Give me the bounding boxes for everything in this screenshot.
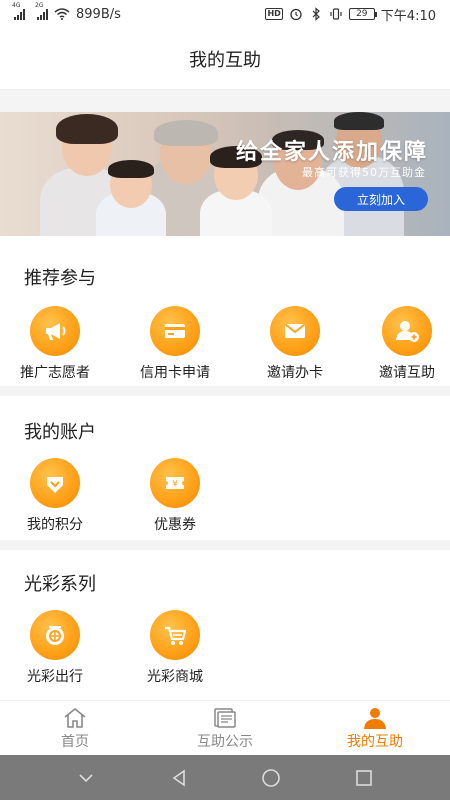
points-item[interactable]: 我的积分 [0,458,110,534]
recommend-section: 推荐参与 推广志愿者 信用卡申请 邀请办卡 邀请互助 [0,236,450,386]
vibrate-icon [330,8,342,20]
coupon-item[interactable]: ¥ 优惠券 [120,458,230,534]
points-badge-icon [30,458,80,508]
bottom-nav: 首页 互助公示 我的互助 [0,700,450,755]
envelope-icon [270,306,320,356]
volunteer-item[interactable]: 推广志愿者 [0,306,110,382]
nav-home[interactable]: 首页 [0,701,150,755]
back-icon[interactable] [169,768,189,788]
title-bar: 我的互助 [0,28,450,90]
nav-notice[interactable]: 互助公示 [150,701,300,755]
mall-item[interactable]: 光彩商城 [120,610,230,686]
item-label: 邀请互助 [379,365,435,381]
series-section: 光彩系列 光彩出行 光彩商城 [0,550,450,700]
alarm-icon [290,8,302,21]
person-icon [364,707,386,729]
hide-keyboard-icon[interactable] [76,768,96,788]
item-label: 邀请办卡 [267,365,323,381]
add-user-icon [382,306,432,356]
invite-mutual-item[interactable]: 邀请互助 [352,306,450,382]
travel-item[interactable]: 光彩出行 [0,610,110,686]
nav-label: 互助公示 [197,733,253,750]
item-label: 推广志愿者 [20,365,90,381]
signal-1-icon: 4G [12,2,25,20]
hd-badge: HD [265,8,283,20]
system-nav-bar [0,755,450,800]
signal-2-icon: 2G [35,2,48,20]
recents-icon[interactable] [354,768,374,788]
home-icon [64,707,86,728]
banner-subline: 最高可获得50万互助金 [302,166,426,179]
section-title: 我的账户 [24,422,96,443]
join-now-button[interactable]: 立刻加入 [334,187,428,211]
section-title: 光彩系列 [24,574,96,595]
credit-card-item[interactable]: 信用卡申请 [120,306,230,382]
coupon-icon: ¥ [150,458,200,508]
nav-label: 首页 [61,733,89,750]
section-title: 推荐参与 [24,268,96,289]
network-speed: 899B/s [76,6,121,22]
invite-card-item[interactable]: 邀请办卡 [240,306,350,382]
home-circle-icon[interactable] [261,768,281,788]
battery-indicator: 29 [348,8,377,20]
account-section: 我的账户 我的积分 ¥ 优惠券 [0,396,450,540]
clock: 下午4:10 [380,8,436,24]
page-title: 我的互助 [189,49,261,71]
banner-headline: 给全家人添加保障 [235,140,428,165]
nav-my-mutual[interactable]: 我的互助 [300,701,450,755]
nav-label: 我的互助 [347,733,403,750]
item-label: 光彩商城 [147,669,203,685]
item-label: 优惠券 [154,517,196,533]
item-label: 信用卡申请 [140,365,210,381]
svg-text:¥: ¥ [172,480,178,490]
item-label: 光彩出行 [27,669,83,685]
megaphone-icon [30,306,80,356]
travel-icon [30,610,80,660]
bluetooth-icon [312,7,320,21]
notice-icon [214,707,236,728]
status-bar: 4G 2G 899B/s HD 29 下午4:10 [0,0,450,28]
credit-card-icon [150,306,200,356]
shopping-cart-icon [150,610,200,660]
promo-banner[interactable]: 给全家人添加保障 最高可获得50万互助金 立刻加入 [0,112,450,236]
wifi-icon [54,8,70,20]
item-label: 我的积分 [27,517,83,533]
